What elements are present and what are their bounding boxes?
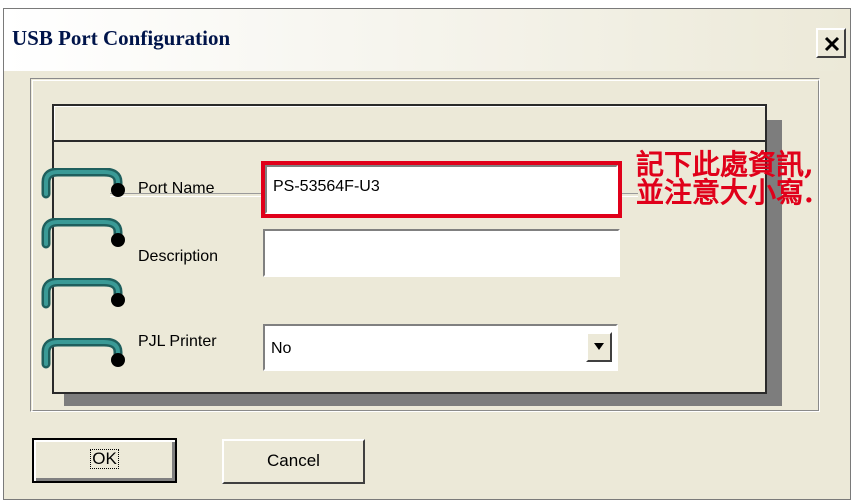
dropdown-button[interactable] (586, 332, 612, 362)
highlight-box (261, 161, 622, 218)
window-title: USB Port Configuration (12, 26, 231, 50)
ok-button-label: OK (90, 449, 119, 469)
port-name-label: Port Name (138, 180, 215, 197)
binder-ring-icon (41, 338, 125, 369)
binder-ring-icon (41, 218, 125, 249)
annotation-line-2: 並注意大小寫. (636, 176, 814, 209)
binder-ring-icon (41, 168, 125, 199)
close-icon (824, 36, 840, 52)
description-field[interactable] (263, 229, 620, 277)
annotation-note: 記下此處資訊, 並注意大小寫. (636, 151, 814, 207)
title-bar: USB Port Configuration (4, 9, 850, 71)
panel-header (54, 106, 765, 142)
pjl-printer-select[interactable]: No (263, 324, 618, 371)
binder-ring-icon (41, 278, 125, 309)
ok-button[interactable]: OK (32, 438, 177, 483)
description-label: Description (138, 248, 219, 265)
close-button[interactable] (816, 28, 846, 58)
pjl-printer-label: PJL Printer (138, 333, 217, 350)
annotation-line-1: 記下此處資訊, (636, 148, 814, 181)
cancel-button[interactable]: Cancel (222, 439, 365, 484)
chevron-down-icon (594, 343, 604, 350)
pjl-printer-value: No (271, 340, 292, 357)
